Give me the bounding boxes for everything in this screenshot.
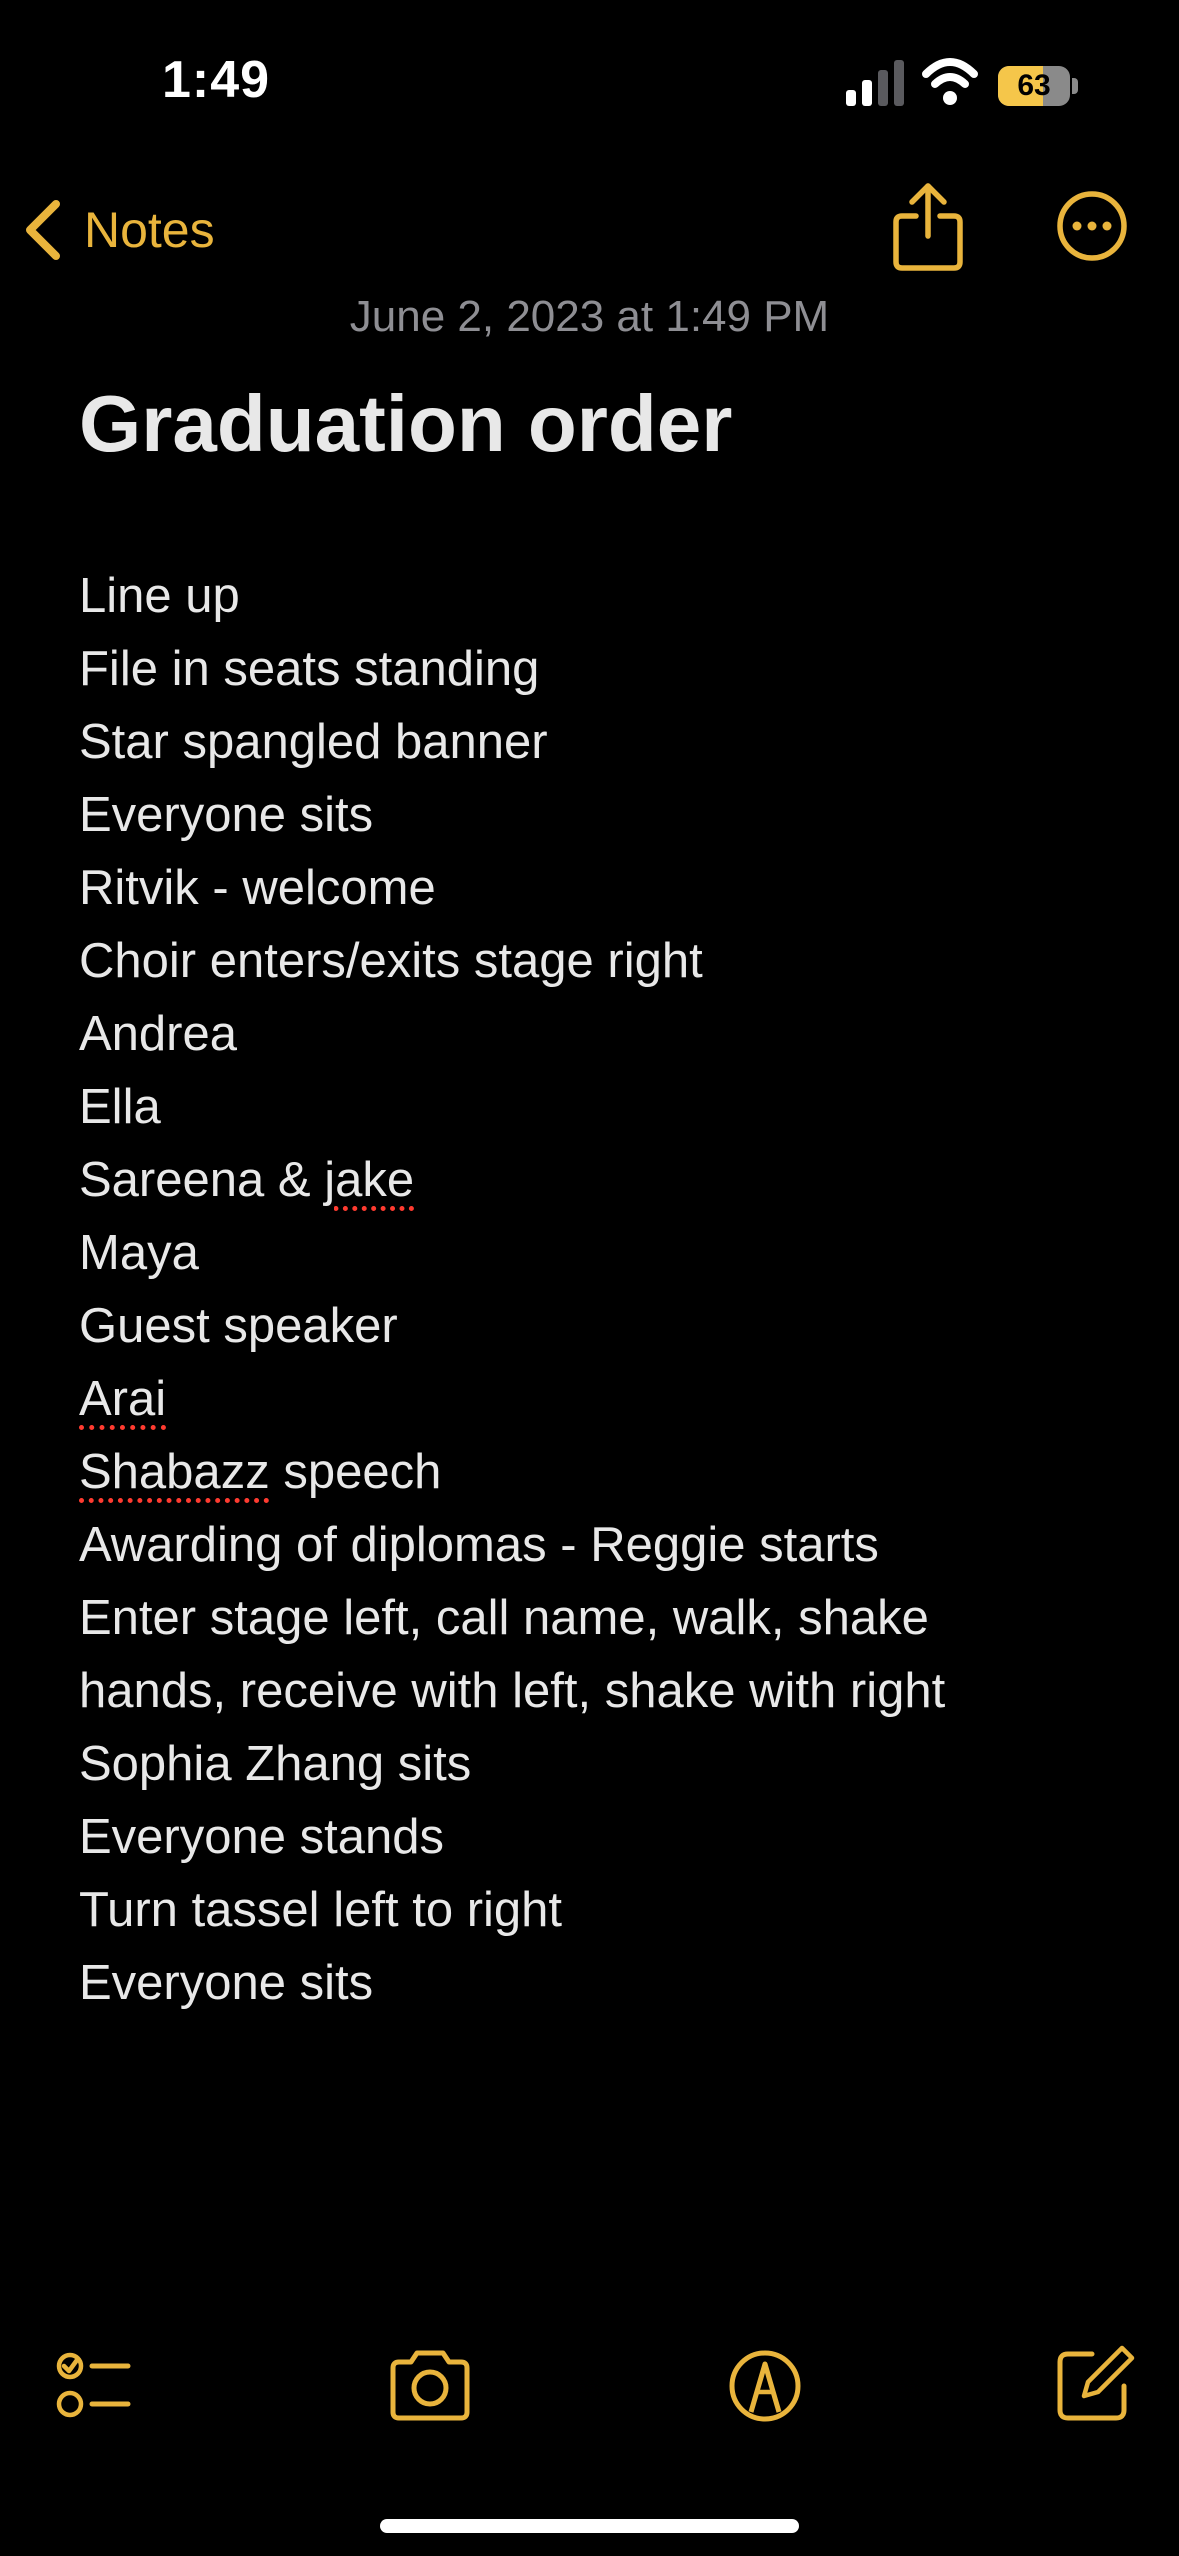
bottom-toolbar bbox=[0, 2340, 1179, 2440]
battery-level: 63 bbox=[1017, 69, 1051, 102]
cellular-signal-icon bbox=[846, 60, 904, 106]
note-line: Awarding of diplomas - Reggie starts bbox=[79, 1518, 879, 1572]
note-line: Line up bbox=[79, 569, 240, 623]
note-line: Star spangled banner bbox=[79, 715, 548, 769]
note-line: Shabazz speech bbox=[79, 1445, 442, 1499]
note-line: Maya bbox=[79, 1226, 199, 1280]
note-line: Guest speaker bbox=[79, 1299, 398, 1353]
note-line: Ritvik - welcome bbox=[79, 861, 436, 915]
misspelled-word[interactable]: Shabazz bbox=[79, 1445, 270, 1499]
note-line: Arai bbox=[79, 1363, 1129, 1436]
battery-body: 63 bbox=[998, 66, 1070, 106]
battery-indicator: 63 bbox=[998, 66, 1078, 106]
navigation-bar: Notes bbox=[0, 176, 1179, 286]
camera-icon[interactable] bbox=[385, 2340, 475, 2430]
note-line: Everyone sits bbox=[79, 1956, 374, 2010]
share-icon[interactable] bbox=[890, 178, 966, 274]
note-line: Everyone sits bbox=[79, 788, 374, 842]
note-line: Sareena & jake bbox=[79, 1153, 415, 1207]
compose-icon[interactable] bbox=[1048, 2340, 1138, 2430]
status-time: 1:49 bbox=[162, 51, 271, 109]
misspelled-word[interactable]: Arai bbox=[79, 1372, 166, 1426]
note-line: Everyone stands bbox=[79, 1810, 445, 1864]
markup-icon[interactable] bbox=[720, 2340, 810, 2430]
note-date: June 2, 2023 at 1:49 PM bbox=[349, 292, 830, 341]
note-line: Sophia Zhang sits bbox=[79, 1737, 472, 1791]
misspelled-word[interactable]: jake bbox=[324, 1153, 414, 1207]
back-button[interactable]: Notes bbox=[22, 190, 215, 270]
note-line: Choir enters/exits stage right bbox=[79, 934, 703, 988]
chevron-left-icon bbox=[26, 200, 60, 260]
battery-tip bbox=[1072, 78, 1078, 94]
home-indicator[interactable] bbox=[380, 2519, 799, 2533]
checklist-icon[interactable] bbox=[50, 2340, 140, 2430]
note-line: Enter stage left, call name, walk, shake bbox=[79, 1591, 929, 1645]
wifi-icon bbox=[922, 58, 978, 105]
note-body[interactable]: Line up File in seats standing Star spangl… bbox=[79, 560, 1129, 2020]
ellipsis-circle-icon[interactable] bbox=[1056, 190, 1128, 262]
note-line: Turn tassel left to right bbox=[79, 1883, 563, 1937]
note-line: Ella bbox=[79, 1080, 161, 1134]
note-title[interactable]: Graduation order bbox=[79, 378, 732, 470]
back-label: Notes bbox=[84, 202, 215, 258]
note-line: hands, receive with left, shake with rig… bbox=[79, 1664, 946, 1718]
note-line: Andrea bbox=[79, 1007, 238, 1061]
status-bar: 1:49 63 bbox=[0, 0, 1179, 150]
note-line: File in seats standing bbox=[79, 642, 540, 696]
